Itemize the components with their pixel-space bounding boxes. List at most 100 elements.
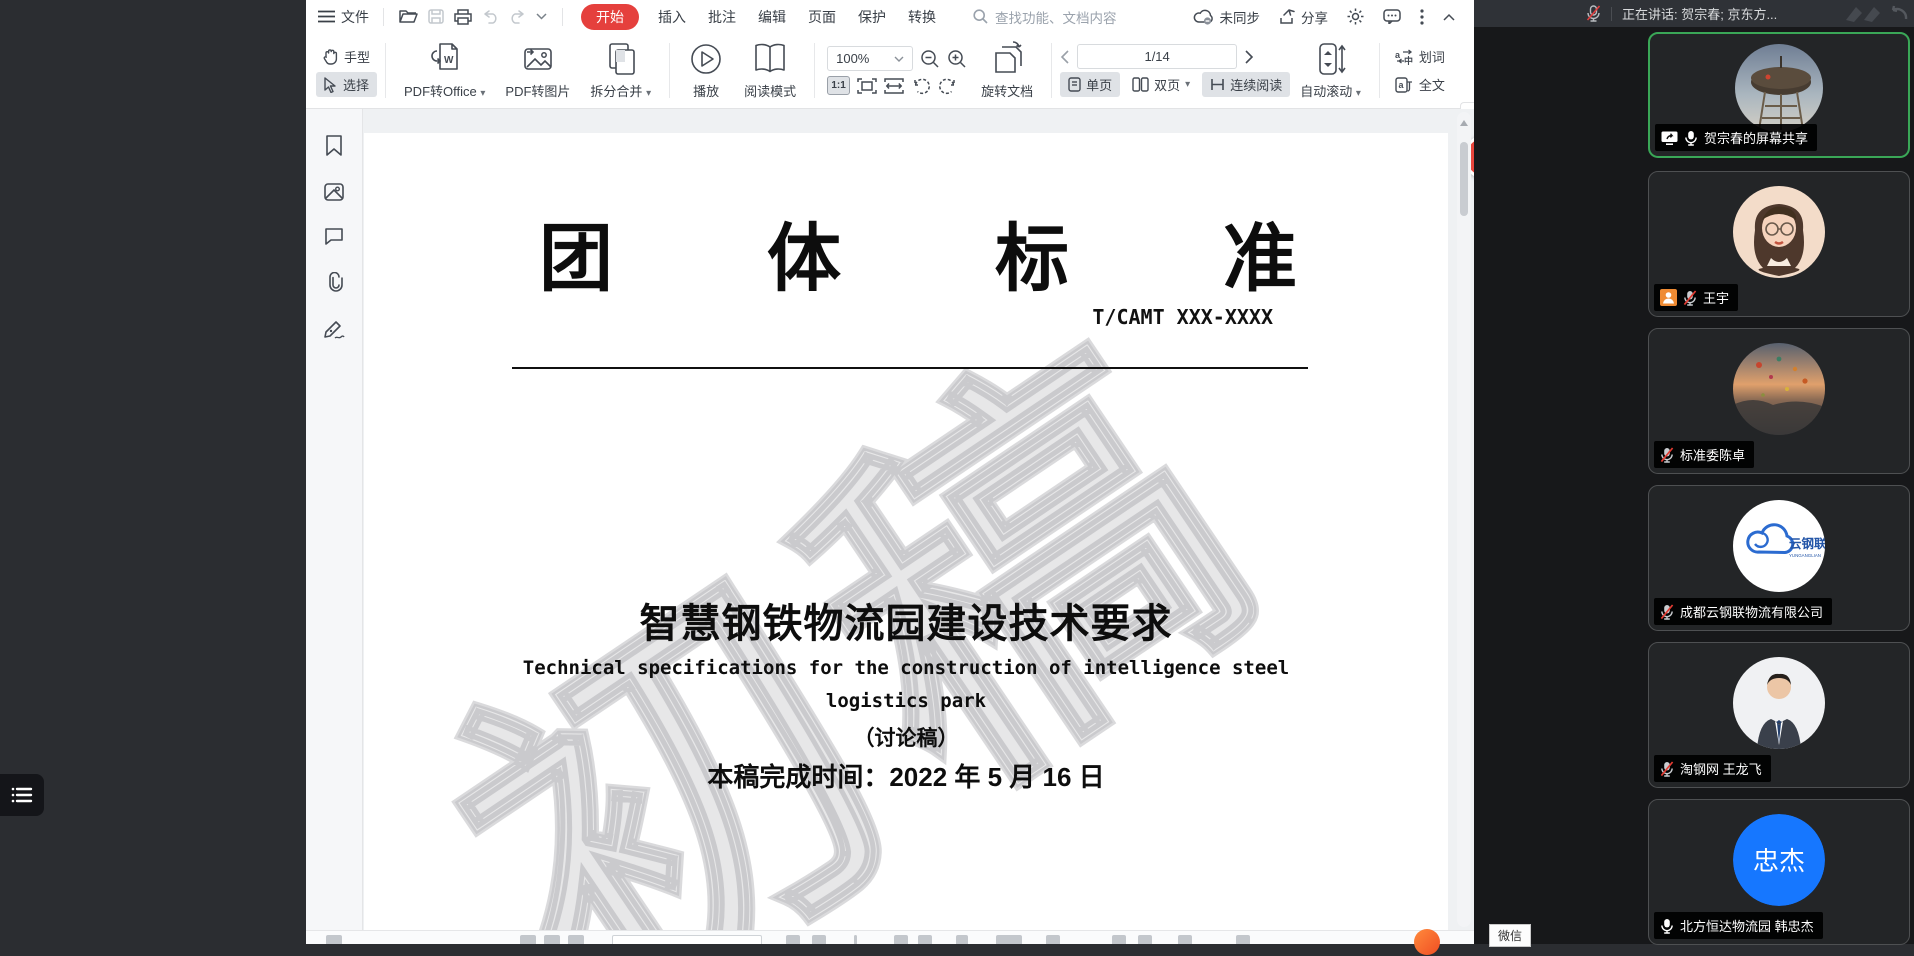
image-icon[interactable] [324, 183, 344, 201]
word-translate-button[interactable]: a中 划词 [1388, 44, 1464, 69]
scroll-up-arrow[interactable] [1460, 120, 1468, 126]
rotate-document-button[interactable]: 旋转文档 [971, 33, 1043, 108]
pdf-to-office-button[interactable]: W PDF转Office ▾ [394, 33, 495, 108]
print-button[interactable] [454, 9, 472, 25]
bookmark-icon[interactable] [325, 135, 343, 156]
svg-text:W: W [444, 55, 454, 66]
hand-icon [323, 49, 338, 65]
participant-nameplate: 王宇 [1654, 284, 1738, 311]
ribbon-tab-批注[interactable]: 批注 [708, 7, 736, 27]
statusbar-icon[interactable] [1046, 935, 1060, 944]
page-number-input[interactable]: 1/14 [1077, 44, 1237, 69]
desktop-background [0, 0, 306, 944]
share-button[interactable]: 分享 [1279, 7, 1328, 27]
search-input[interactable]: 查找功能、文档内容 [973, 7, 1117, 27]
folder-icon [399, 9, 418, 24]
participant-tile[interactable]: 淘钢网 王龙飞 [1648, 642, 1910, 788]
rotate-document-label: 旋转文档 [981, 81, 1033, 100]
play-button[interactable]: 播放 [678, 33, 734, 108]
meeting-topbar-actions[interactable] [1844, 3, 1910, 24]
statusbar-icon[interactable] [956, 935, 968, 944]
statusbar-icon[interactable] [568, 935, 584, 944]
actual-size-button[interactable]: 1:1 [827, 76, 850, 95]
zoom-in-icon[interactable] [947, 49, 967, 69]
participant-tile[interactable]: 标准委陈卓 [1648, 328, 1910, 474]
statusbar-icon[interactable] [1178, 935, 1192, 944]
svg-text:a: a [1395, 50, 1401, 60]
statusbar-icon[interactable] [854, 935, 857, 944]
hand-tool-button[interactable]: 手型 [316, 44, 377, 69]
zoom-out-icon[interactable] [920, 49, 940, 69]
single-page-button[interactable]: 单页 [1060, 72, 1120, 97]
comment-icon[interactable] [324, 228, 344, 245]
statusbar-icon[interactable] [918, 935, 932, 944]
draft-label: （讨论稿） [364, 722, 1448, 752]
undo-button[interactable] [482, 10, 499, 24]
save-button[interactable] [428, 9, 444, 24]
taskbar-app-icon[interactable] [1414, 929, 1440, 955]
sync-status-label: 未同步 [1220, 7, 1261, 27]
pdf-to-image-icon [520, 41, 556, 77]
hand-tool-label: 手型 [344, 47, 370, 66]
rotate-document-icon [988, 41, 1026, 77]
settings-button[interactable] [1347, 8, 1364, 25]
read-mode-button[interactable]: 阅读模式 [734, 33, 806, 108]
rotate-left-icon[interactable] [911, 77, 931, 95]
open-file-button[interactable] [399, 9, 418, 24]
statusbar-icon[interactable] [1236, 935, 1250, 944]
participant-tile[interactable]: 忠杰北方恒达物流园 韩忠杰 [1648, 799, 1910, 945]
document-viewport[interactable]: 初稿 团体标准 T/CAMT XXX-XXXX 智慧钢铁物流园建设技术要求 Te… [363, 109, 1474, 930]
statusbar-icon[interactable] [812, 935, 826, 944]
prev-page-icon[interactable] [1060, 50, 1069, 64]
statusbar-icon[interactable] [612, 935, 762, 944]
sync-status-button[interactable]: 未同步 [1193, 7, 1261, 27]
ribbon-tab-页面[interactable]: 页面 [808, 7, 836, 27]
zoom-level-select[interactable]: 100% [827, 46, 913, 71]
collapse-ribbon-button[interactable] [1443, 13, 1455, 21]
svg-text:忠杰: 忠杰 [1753, 846, 1805, 876]
ribbon-tab-编辑[interactable]: 编辑 [758, 7, 786, 27]
continuous-read-button[interactable]: 连续阅读 [1202, 72, 1290, 97]
feedback-button[interactable] [1383, 9, 1401, 24]
ribbon-tab-保护[interactable]: 保护 [858, 7, 886, 27]
attachment-icon[interactable] [325, 272, 344, 292]
pdf-to-image-button[interactable]: PDF转图片 [495, 33, 580, 108]
window-action-icons [1844, 3, 1910, 24]
ribbon-tab-开始[interactable]: 开始 [581, 4, 639, 30]
statusbar-icon[interactable] [326, 935, 342, 944]
cloud-sync-icon [1193, 9, 1215, 25]
outline-fab-button[interactable] [0, 774, 44, 816]
auto-scroll-button[interactable]: 自动滚动 ▾ [1290, 33, 1371, 108]
fit-width-icon[interactable] [884, 77, 904, 95]
participant-tile[interactable]: 王宇 [1648, 171, 1910, 317]
file-menu-button[interactable]: 文件 [318, 7, 369, 27]
statusbar-icon[interactable] [1112, 935, 1126, 944]
statusbar-icon[interactable] [894, 935, 908, 944]
share-icon [1279, 9, 1296, 25]
statusbar-icon[interactable] [544, 935, 560, 944]
ribbon-tab-插入[interactable]: 插入 [658, 7, 686, 27]
host-badge-icon [1660, 289, 1677, 306]
participant-tile[interactable]: 云钢联YUNGANGLIAN成都云钢联物流有限公司 [1648, 485, 1910, 631]
statusbar-icon[interactable] [786, 935, 800, 944]
select-tool-button[interactable]: 选择 [316, 72, 377, 97]
redo-button[interactable] [509, 10, 526, 24]
scrollbar-thumb[interactable] [1460, 142, 1468, 216]
next-page-icon[interactable] [1245, 50, 1254, 64]
more-options-button[interactable] [1420, 9, 1424, 25]
participant-tile[interactable]: 贺宗春的屏幕共享 [1648, 32, 1910, 158]
statusbar-icon[interactable] [996, 935, 1022, 944]
full-translate-button[interactable]: a 全文 [1388, 72, 1464, 97]
signature-icon[interactable] [323, 319, 345, 339]
mic-icon [1684, 130, 1698, 146]
rotate-right-icon[interactable] [938, 77, 958, 95]
split-merge-button[interactable]: 拆分合并 ▾ [580, 33, 661, 108]
statusbar-icon[interactable] [1138, 935, 1152, 944]
fit-page-icon[interactable] [857, 77, 877, 95]
statusbar-icon[interactable] [520, 935, 536, 944]
double-page-button[interactable]: 双页 ▾ [1124, 72, 1198, 97]
mic-icon [1660, 918, 1674, 934]
ribbon-tab-转换[interactable]: 转换 [908, 7, 936, 27]
toolbar-more-dropdown[interactable] [536, 13, 547, 20]
vertical-scrollbar[interactable] [1457, 112, 1471, 927]
